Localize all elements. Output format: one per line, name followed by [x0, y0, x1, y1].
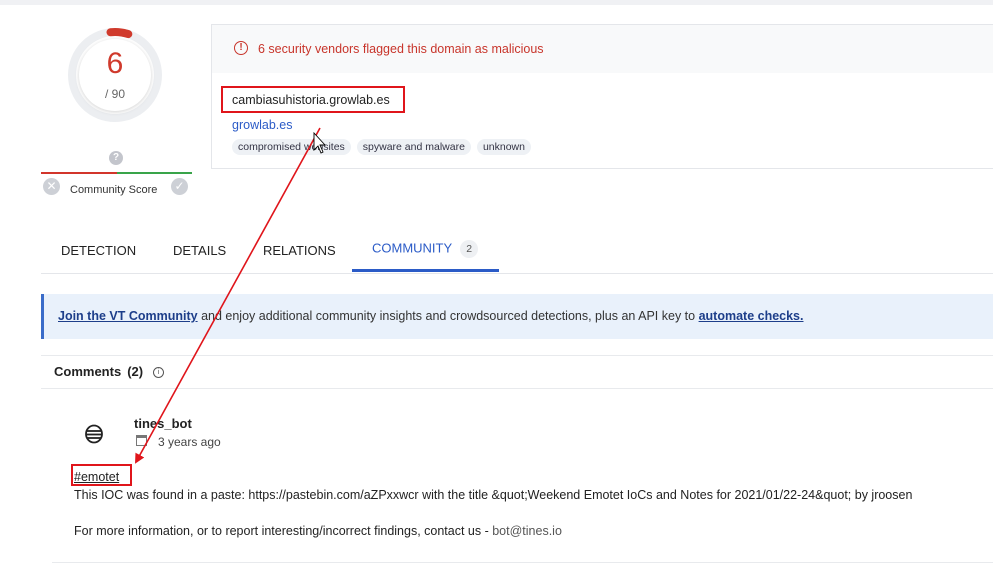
comments-heading: Comments (2): [54, 364, 143, 379]
comment-body-line: This IOC was found in a paste: https://p…: [74, 488, 913, 502]
comments-heading-label: Comments: [54, 364, 122, 379]
tab-community[interactable]: COMMUNITY 2: [372, 240, 479, 258]
community-score-negative-bar: [41, 172, 117, 174]
vote-harmless-icon[interactable]: ✓: [171, 178, 188, 195]
tag-chip[interactable]: spyware and malware: [356, 139, 471, 155]
tab-details[interactable]: DETAILS: [173, 243, 226, 258]
banner-middle-text: and enjoy additional community insights …: [197, 309, 699, 323]
tag-chip[interactable]: compromised websites: [232, 139, 351, 155]
community-score-label: Community Score: [70, 184, 158, 196]
detection-total: / 90: [104, 87, 125, 101]
tab-detection[interactable]: DETECTION: [61, 243, 136, 258]
divider: [41, 355, 993, 356]
community-banner: Join the VT Community and enjoy addition…: [41, 294, 993, 339]
join-community-link[interactable]: Join the VT Community: [58, 309, 198, 323]
community-score-positive-bar: [117, 172, 192, 174]
detection-summary-panel: ! 6 security vendors flagged this domain…: [211, 24, 993, 169]
parent-domain-link[interactable]: growlab.es: [232, 118, 292, 132]
malicious-alert-bar: ! 6 security vendors flagged this domain…: [212, 25, 993, 73]
comment-author[interactable]: tines_bot: [134, 416, 192, 431]
calendar-icon: [136, 435, 147, 446]
tag-chip[interactable]: unknown: [476, 139, 531, 155]
hashtag-highlight-box: [71, 464, 132, 486]
comments-count: (2): [127, 364, 144, 379]
comment-time: 3 years ago: [158, 435, 221, 449]
divider: [41, 388, 993, 389]
detection-score-ring: 6 / 90: [67, 27, 163, 123]
tab-relations[interactable]: RELATIONS: [263, 243, 336, 258]
alert-text: 6 security vendors flagged this domain a…: [258, 42, 544, 56]
info-icon[interactable]: i: [153, 367, 164, 378]
divider: [52, 562, 993, 563]
banner-text: Join the VT Community and enjoy addition…: [58, 309, 804, 323]
comment-body-line: For more information, or to report inter…: [74, 524, 562, 538]
detection-count: 6: [106, 47, 124, 80]
tab-community-label: COMMUNITY: [372, 240, 453, 256]
vote-malicious-icon[interactable]: ✕: [43, 178, 60, 195]
automate-checks-link[interactable]: automate checks.: [699, 309, 804, 323]
bot-avatar-icon: [85, 424, 103, 444]
question-icon: ?: [109, 151, 123, 165]
tab-community-badge: 2: [460, 240, 479, 258]
domain-highlight-box: [221, 86, 405, 113]
top-strip: [0, 0, 993, 5]
active-tab-indicator: [352, 269, 499, 272]
comment-contact-email: bot@tines.io: [492, 524, 562, 538]
tag-list: compromised websites spyware and malware…: [232, 139, 531, 155]
alert-circle-icon: !: [234, 41, 248, 55]
tab-bar: DETECTION DETAILS RELATIONS COMMUNITY 2: [41, 236, 993, 274]
comment-contact-text: For more information, or to report inter…: [74, 524, 493, 538]
